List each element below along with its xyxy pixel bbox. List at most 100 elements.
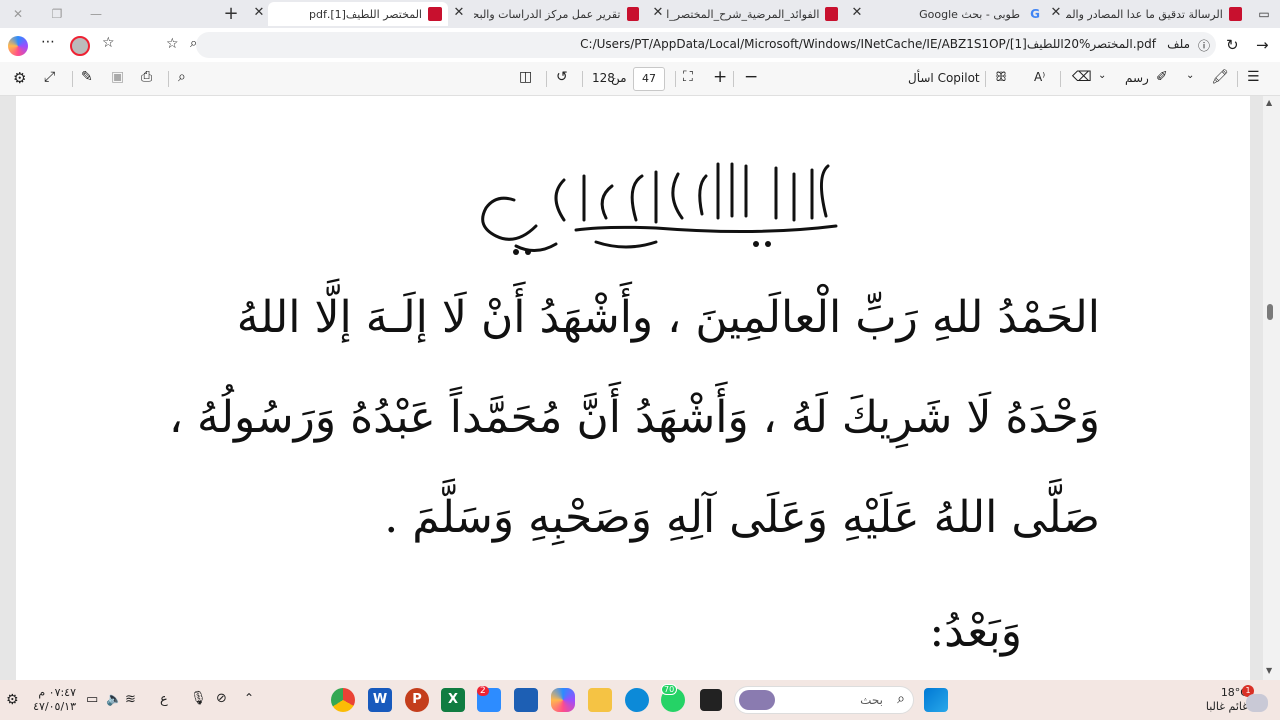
zoom-out-icon[interactable]: −: [744, 67, 758, 87]
favorite-add-icon[interactable]: ☆: [166, 36, 179, 52]
draw-icon[interactable]: ✐: [1156, 69, 1168, 85]
body-text-line: وَحْدَهُ لَا شَرِيكَ لَهُ ، وَأَشْهَدُ أ…: [168, 392, 1100, 443]
page-of-label: من: [611, 71, 627, 85]
back-icon[interactable]: →: [1256, 36, 1269, 54]
tab-bar: ✕ ❐ — + المختصر اللطيف[1].pdf ✕ تقرير عم…: [0, 0, 1280, 28]
microphone-icon[interactable]: 🎙: [190, 691, 207, 706]
edit-icon[interactable]: ✎: [81, 69, 93, 85]
word-icon[interactable]: W: [368, 688, 392, 712]
restore-window-icon[interactable]: ❐: [47, 4, 67, 24]
fullscreen-icon[interactable]: ⤢: [44, 69, 55, 85]
tab-pdf-active[interactable]: المختصر اللطيف[1].pdf: [268, 2, 448, 26]
google-icon: G: [1030, 7, 1040, 21]
search-input[interactable]: بحث ⌕: [734, 686, 914, 714]
scroll-up-icon[interactable]: ▲: [1266, 98, 1272, 107]
volume-icon[interactable]: 🔈: [106, 692, 122, 707]
tab-title: طوبى - بحث Google: [919, 7, 1020, 21]
clock-date[interactable]: ٤٧/٠٥/١٣: [33, 700, 76, 713]
contents-icon[interactable]: ☰: [1247, 69, 1260, 85]
chevron-down-icon[interactable]: ⌄: [1098, 70, 1106, 81]
weather-icon[interactable]: [1246, 694, 1268, 712]
file-label: ملف: [1167, 37, 1190, 51]
pdf-icon: [428, 7, 442, 21]
tab-title: المختصر اللطيف[1].pdf: [308, 7, 422, 21]
tab-title: الرسالة تدقيق ما عدا المصادر والمرا: [1066, 7, 1223, 21]
pdf-page: الحَمْدُ للهِ رَبِّ الْعالَمِينَ ، وأَشْ…: [16, 96, 1250, 680]
tab-report[interactable]: تقرير عمل مركز الدراسات والبحوث: [474, 2, 639, 26]
basmala-calligraphy: [481, 162, 838, 255]
body-text-line: الحَمْدُ للهِ رَبِّ الْعالَمِينَ ، وأَشْ…: [236, 292, 1100, 343]
close-tab-icon[interactable]: ✕: [850, 6, 864, 20]
zoom-icon[interactable]: 2: [477, 686, 501, 712]
fit-page-icon[interactable]: ⛶: [683, 69, 693, 85]
notification-badge: 70: [661, 684, 678, 695]
search-placeholder: بحث: [860, 693, 883, 707]
start-icon[interactable]: [924, 688, 948, 712]
vertical-scrollbar[interactable]: ▲ ▼: [1263, 96, 1280, 680]
tab-title: تقرير عمل مركز الدراسات والبحوث: [474, 7, 621, 21]
wifi-icon[interactable]: ≋: [125, 692, 136, 707]
erase-icon[interactable]: ⌫: [1072, 69, 1092, 85]
pdf-icon: [1228, 7, 1242, 21]
document-area: الحَمْدُ للهِ رَبِّ الْعالَمِينَ ، وأَشْ…: [0, 96, 1280, 680]
close-tab-icon[interactable]: ✕: [651, 6, 665, 20]
more-icon[interactable]: ⋯: [41, 34, 55, 50]
chrome-icon[interactable]: [331, 688, 355, 712]
settings-icon[interactable]: ⚙: [6, 692, 19, 708]
page-number-input[interactable]: 47: [633, 67, 665, 91]
edge-icon[interactable]: [625, 688, 649, 712]
meet-now-icon[interactable]: ⊘: [216, 691, 227, 706]
body-text-line: صَلَّى اللهُ عَلَيْهِ وَعَلَى آلِهِ وَصَ…: [384, 492, 1100, 543]
highlight-icon[interactable]: 🖍: [1211, 69, 1229, 85]
rotate-icon[interactable]: ↺: [556, 69, 568, 85]
tab-actions-icon[interactable]: ▭: [1254, 4, 1274, 24]
weather-desc[interactable]: غائم غالبا: [1206, 700, 1248, 713]
close-tab-icon[interactable]: ✕: [252, 6, 266, 20]
translate-icon[interactable]: ꕥ: [995, 70, 1007, 85]
language-indicator[interactable]: ع: [160, 692, 168, 707]
settings-icon[interactable]: ⚙: [13, 69, 26, 87]
close-window-icon[interactable]: ✕: [8, 4, 28, 24]
print-icon[interactable]: ⎙: [141, 69, 152, 85]
url-text: C:/Users/PT/AppData/Local/Microsoft/Wind…: [580, 37, 1156, 51]
chevron-up-icon[interactable]: ⌃: [244, 691, 254, 705]
draw-button[interactable]: رسم: [1125, 71, 1149, 85]
tab-risala[interactable]: الرسالة تدقيق ما عدا المصادر والمرا: [1066, 2, 1242, 26]
page-view-icon[interactable]: ◫: [519, 69, 532, 85]
file-explorer-icon[interactable]: [588, 688, 612, 712]
minimize-window-icon[interactable]: —: [86, 4, 106, 24]
close-tab-icon[interactable]: ✕: [1049, 6, 1063, 20]
zoom-icon[interactable]: ⌕: [190, 36, 197, 51]
tab-fawaid[interactable]: الفوائد_المرضية_شرح_المختصر_اللط: [666, 2, 838, 26]
close-tab-icon[interactable]: ✕: [452, 6, 466, 20]
whatsapp-icon[interactable]: 70: [661, 684, 685, 712]
search-icon: ⌕: [897, 691, 905, 707]
clock-time[interactable]: ٠٧:٤٧ م: [36, 686, 76, 699]
tab-google[interactable]: G طوبى - بحث Google: [870, 2, 1040, 26]
address-field[interactable]: ☆ ⌕ C:/Users/PT/AppData/Local/Microsoft/…: [166, 32, 1216, 58]
info-icon[interactable]: ⓘ: [1198, 37, 1210, 54]
copilot-icon[interactable]: [551, 688, 575, 712]
save-icon[interactable]: ▣: [111, 69, 124, 85]
search-icon[interactable]: ⌕: [178, 69, 186, 85]
battery-icon[interactable]: ▭: [86, 692, 98, 707]
profile-avatar[interactable]: [70, 36, 90, 56]
chevron-down-icon[interactable]: ⌄: [1186, 70, 1194, 81]
favorites-icon[interactable]: ☆: [102, 35, 115, 51]
scroll-thumb[interactable]: [1267, 304, 1273, 320]
address-bar-row: ⋯ ☆ ☆ ⌕ C:/Users/PT/AppData/Local/Micros…: [0, 28, 1280, 62]
terminal-icon[interactable]: [700, 689, 722, 711]
read-aloud-icon[interactable]: A⁾: [1034, 70, 1045, 84]
search-highlight-image: [739, 690, 775, 710]
refresh-icon[interactable]: ↻: [1226, 36, 1239, 54]
ask-copilot-button[interactable]: اسأل Copilot: [908, 71, 980, 85]
taskbar: ⚙ ٠٧:٤٧ م ٤٧/٠٥/١٣ ▭ 🔈 ≋ ع 🎙 ⊘ ⌃ W P X 2…: [0, 680, 1280, 720]
store-icon[interactable]: [514, 688, 538, 712]
new-tab-button[interactable]: +: [221, 4, 241, 24]
excel-icon[interactable]: X: [441, 688, 465, 712]
zoom-in-icon[interactable]: +: [713, 67, 727, 87]
copilot-icon[interactable]: [8, 36, 28, 56]
scroll-down-icon[interactable]: ▼: [1266, 666, 1272, 675]
pdf-icon: [626, 7, 639, 21]
powerpoint-icon[interactable]: P: [405, 688, 429, 712]
